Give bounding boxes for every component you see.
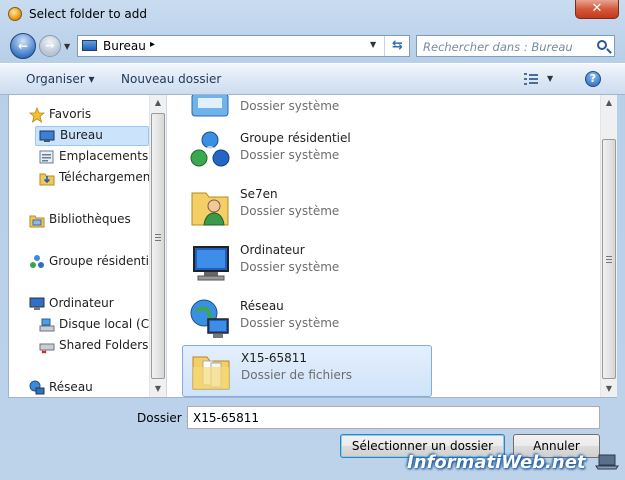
command-toolbar: Organiser ▾ Nouveau dossier ▼ ? xyxy=(0,63,625,95)
scroll-up-arrow-icon[interactable]: ▲ xyxy=(150,95,166,111)
file-name: Ordinateur xyxy=(240,243,305,257)
forward-button[interactable]: → xyxy=(39,35,61,57)
close-button[interactable]: ✕ xyxy=(575,0,619,19)
laptop-icon xyxy=(595,454,619,470)
file-type: Dossier système xyxy=(240,260,340,274)
address-dropdown-icon[interactable]: ▼ xyxy=(370,40,376,49)
nav-item-label: Réseau xyxy=(49,380,93,394)
file-type: Dossier système xyxy=(240,148,340,162)
change-view-icon[interactable] xyxy=(524,73,538,86)
scroll-down-arrow-icon[interactable]: ▼ xyxy=(601,381,617,397)
recent-places-icon xyxy=(39,150,54,164)
homegroup-icon xyxy=(190,131,230,167)
downloads-folder-icon xyxy=(39,173,55,186)
scroll-up-arrow-icon[interactable]: ▲ xyxy=(601,95,617,111)
help-icon[interactable]: ? xyxy=(585,71,601,87)
search-placeholder[interactable]: Rechercher dans : Bureau xyxy=(423,40,573,54)
navigation-bar: ← → ▼ Bureau ▸ ▼ ⇆ Rechercher dans : Bur… xyxy=(0,30,625,62)
breadcrumb-chevron-icon[interactable]: ▸ xyxy=(150,39,155,50)
back-button[interactable]: ← xyxy=(10,33,36,59)
list-item[interactable]: Groupe résidentiel Dossier système xyxy=(182,126,432,178)
nav-item-label: Bibliothèques xyxy=(49,212,131,226)
search-icon[interactable] xyxy=(597,40,607,50)
star-icon xyxy=(29,107,45,123)
refresh-icon[interactable]: ⇆ xyxy=(384,36,410,56)
view-dropdown-icon[interactable]: ▼ xyxy=(547,74,553,83)
desktop-icon xyxy=(39,130,55,142)
scrollbar-thumb[interactable] xyxy=(151,113,165,379)
computer-icon xyxy=(193,246,229,281)
list-item[interactable]: Dossier système xyxy=(182,95,432,129)
address-bar[interactable]: Bureau ▸ ▼ ⇆ xyxy=(77,35,410,57)
list-item[interactable]: Réseau Dossier système xyxy=(182,294,432,346)
nav-item-label: Ordinateur xyxy=(49,296,114,310)
organize-button[interactable]: Organiser ▾ xyxy=(26,72,94,86)
folder-field-label: Dossier : xyxy=(137,411,190,425)
folder-name-field[interactable] xyxy=(187,406,600,429)
file-type: Dossier système xyxy=(240,204,340,218)
desktop-icon xyxy=(82,40,97,51)
file-list: Dossier système Groupe résidentiel Dossi… xyxy=(172,95,600,397)
watermark-logo: InformatiWeb.net xyxy=(407,452,586,473)
file-name: X15-65811 xyxy=(241,351,307,365)
scrollbar-grip-icon xyxy=(606,256,612,263)
recent-pages-dropdown-icon[interactable]: ▼ xyxy=(64,42,70,51)
user-folder-icon xyxy=(191,192,229,226)
network-icon xyxy=(190,299,229,338)
network-drive-icon xyxy=(39,343,55,354)
list-item[interactable]: Ordinateur Dossier système xyxy=(182,238,432,290)
new-folder-button[interactable]: Nouveau dossier xyxy=(121,72,221,86)
scrollbar-grip-icon xyxy=(155,234,161,241)
file-name: Groupe résidentiel xyxy=(240,131,351,145)
file-type: Dossier de fichiers xyxy=(241,368,353,382)
scrollbar-thumb[interactable] xyxy=(602,139,616,379)
browser-content: Favoris Bureau Emplacements ré Télécharg… xyxy=(8,95,617,398)
nav-item-label: Shared Folders (\ xyxy=(59,338,149,352)
file-name: Se7en xyxy=(240,187,278,201)
list-item-selected[interactable]: X15-65811 Dossier de fichiers xyxy=(182,345,432,397)
nav-item-label: Disque local (C:) xyxy=(59,317,149,331)
dialog-window: Select folder to add ✕ ← → ▼ Bureau ▸ ▼ … xyxy=(0,0,625,480)
file-list-scrollbar[interactable]: ▲ ▼ xyxy=(600,95,617,397)
local-disk-icon xyxy=(39,318,55,332)
nav-item-label: Bureau xyxy=(60,128,103,142)
navigation-scrollbar[interactable]: ▲ ▼ xyxy=(149,95,166,397)
system-folder-icon xyxy=(191,95,229,117)
nav-item-label: Groupe résidentiel xyxy=(49,254,149,268)
nav-item-label: Emplacements ré xyxy=(59,149,149,163)
address-location[interactable]: Bureau xyxy=(103,39,146,53)
scroll-down-arrow-icon[interactable]: ▼ xyxy=(150,381,166,397)
search-input[interactable]: Rechercher dans : Bureau xyxy=(416,35,615,57)
list-item[interactable]: Se7en Dossier système xyxy=(182,182,432,234)
network-icon xyxy=(29,380,45,395)
navigation-pane: Favoris Bureau Emplacements ré Télécharg… xyxy=(9,95,149,397)
folder-icon xyxy=(192,356,230,390)
libraries-icon xyxy=(29,215,45,228)
computer-icon xyxy=(29,297,45,310)
file-type: Dossier système xyxy=(240,316,340,330)
file-type: Dossier système xyxy=(240,99,340,113)
homegroup-icon xyxy=(30,255,44,268)
nav-item-desktop[interactable]: Bureau xyxy=(35,126,149,146)
nav-item-label: Favoris xyxy=(49,107,92,121)
app-icon xyxy=(8,7,22,21)
file-name: Réseau xyxy=(240,299,284,313)
nav-item-label: Téléchargements xyxy=(59,170,149,184)
window-title: Select folder to add xyxy=(29,7,147,21)
title-bar: Select folder to add ✕ xyxy=(0,0,625,30)
